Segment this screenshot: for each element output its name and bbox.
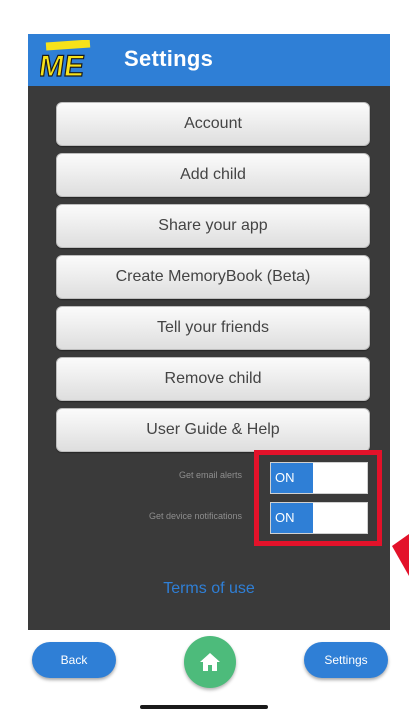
highlight-annotation: [254, 450, 382, 546]
tell-friends-button[interactable]: Tell your friends: [56, 306, 370, 350]
device-notifications-label: Get device notifications: [148, 511, 242, 521]
svg-text:ME: ME: [40, 50, 87, 80]
share-app-button[interactable]: Share your app: [56, 204, 370, 248]
bottom-nav: Back Settings: [0, 630, 409, 694]
app-header: ME Settings: [28, 34, 390, 86]
home-indicator-bar: [140, 705, 268, 709]
email-alerts-label: Get email alerts: [178, 470, 242, 480]
phone-screen: ME Settings Account Add child Share your…: [0, 0, 409, 713]
red-arrow-icon: [392, 534, 409, 576]
terms-of-use-link[interactable]: Terms of use: [28, 580, 390, 598]
add-child-button[interactable]: Add child: [56, 153, 370, 197]
page-title: Settings: [124, 46, 214, 71]
account-button[interactable]: Account: [56, 102, 370, 146]
user-guide-button[interactable]: User Guide & Help: [56, 408, 370, 452]
home-button[interactable]: [184, 636, 236, 688]
home-icon: [200, 653, 220, 671]
back-button[interactable]: Back: [32, 642, 116, 678]
settings-button[interactable]: Settings: [304, 642, 388, 678]
settings-panel: Account Add child Share your app Create …: [28, 86, 390, 630]
remove-child-button[interactable]: Remove child: [56, 357, 370, 401]
me-app-logo-icon: ME: [40, 40, 91, 80]
create-memorybook-button[interactable]: Create MemoryBook (Beta): [56, 255, 370, 299]
